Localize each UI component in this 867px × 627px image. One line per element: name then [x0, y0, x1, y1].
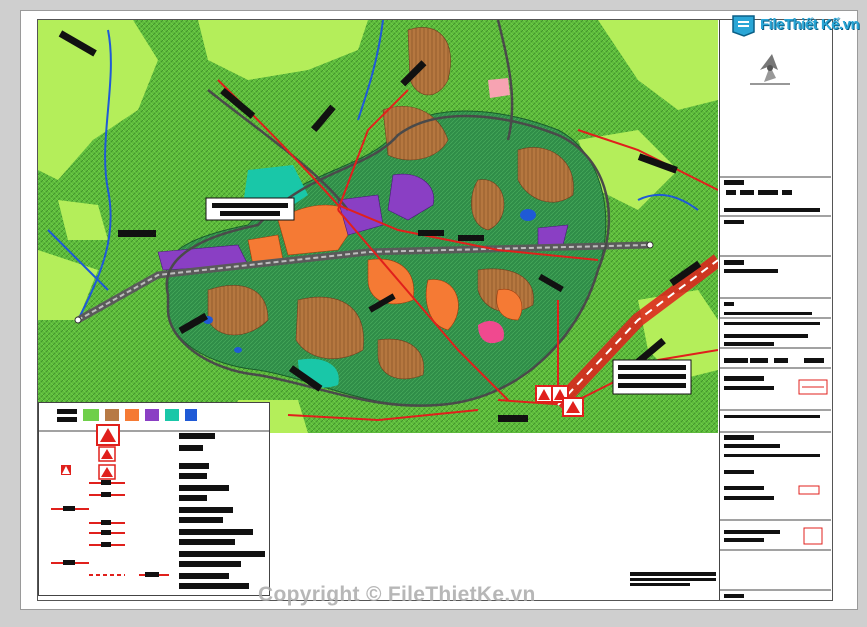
map-legend — [38, 402, 270, 596]
map-canvas — [38, 20, 718, 433]
copyright-watermark: Copyright © FileThietKe.vn — [258, 583, 536, 606]
label-box-west — [205, 197, 295, 221]
pink-zone-north — [488, 78, 510, 98]
legend-canvas — [39, 409, 269, 589]
site-logo: FileThiết Kế.vn — [730, 14, 860, 38]
label-box-east — [612, 359, 692, 395]
stamp-boxes — [798, 379, 828, 545]
title-block — [719, 20, 831, 604]
logo-title: FileThiết Kế.vn — [760, 16, 860, 33]
legend-descriptions — [179, 433, 265, 589]
land-use-map — [38, 20, 718, 433]
railway-terminal-east — [646, 241, 654, 249]
compass-icon — [750, 54, 790, 85]
logo-badge-icon — [732, 15, 755, 37]
drawing-note-canvas — [630, 572, 716, 586]
railway-terminal-west — [74, 316, 82, 324]
legend-top-row — [57, 409, 197, 422]
legend-symbols — [51, 424, 169, 577]
drawing-note — [630, 572, 716, 586]
title-block-canvas — [720, 54, 831, 604]
